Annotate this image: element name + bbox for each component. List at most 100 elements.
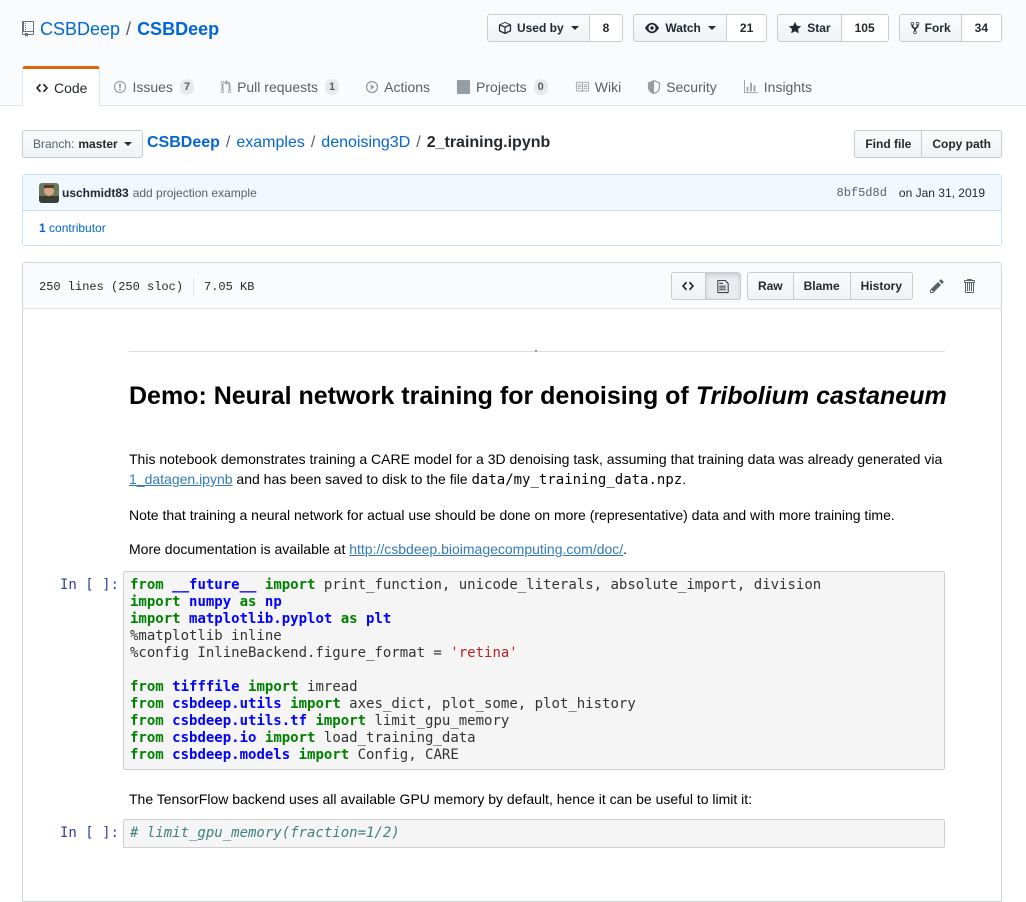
repo-title: CSBDeep / CSBDeep xyxy=(22,16,219,42)
play-icon xyxy=(365,80,379,94)
breadcrumb-examples-link[interactable]: examples xyxy=(236,134,304,152)
breadcrumb: CSBDeep / examples / denoising3D / 2_tra… xyxy=(147,134,550,152)
markdown-cell: The TensorFlow backend uses all availabl… xyxy=(129,789,949,809)
markdown-cell: This notebook demonstrates training a CA… xyxy=(129,449,949,490)
commit-date: on Jan 31, 2019 xyxy=(898,186,985,200)
code-line: import matplotlib.pyplot as plt xyxy=(130,611,392,627)
tab-wiki[interactable]: Wiki xyxy=(561,66,634,106)
tab-label: Issues xyxy=(132,79,173,95)
star-icon xyxy=(788,21,802,35)
tab-label: Code xyxy=(54,79,88,96)
gpu-paragraph: The TensorFlow backend uses all availabl… xyxy=(129,791,753,807)
code-line: from csbdeep.models import Config, CARE xyxy=(130,747,459,763)
tab-pull-requests[interactable]: Pull requests 1 xyxy=(207,66,352,106)
raw-button[interactable]: Raw xyxy=(746,272,794,300)
file-info-divider xyxy=(193,278,195,296)
watch-button[interactable]: Watch xyxy=(633,14,727,42)
breadcrumb-denoising3d-link[interactable]: denoising3D xyxy=(321,134,410,152)
rendered-view-button[interactable] xyxy=(705,272,741,300)
star-button[interactable]: Star xyxy=(777,14,842,42)
file-actions: Raw Blame History xyxy=(670,272,985,300)
code-line: from tifffile import imread xyxy=(130,679,358,695)
fork-button[interactable]: Fork xyxy=(898,14,962,42)
pull-request-icon xyxy=(220,80,232,94)
notebook-divider-mark xyxy=(535,350,537,352)
pencil-icon xyxy=(930,278,944,294)
find-file-button[interactable]: Find file xyxy=(854,130,923,158)
commit-box: uschmidt83 add projection example 8bf5d8… xyxy=(22,174,1002,246)
datagen-notebook-link[interactable]: 1_datagen.ipynb xyxy=(129,471,233,487)
docs-paragraph: More documentation is available at http:… xyxy=(129,539,949,559)
tab-projects[interactable]: Projects 0 xyxy=(443,66,561,106)
code-cell-imports: from __future__ import print_function, u… xyxy=(123,571,945,770)
branch-select-button[interactable]: Branch: master xyxy=(22,130,143,158)
contributors-link[interactable]: 1 contributor xyxy=(39,221,106,235)
intro-text: This notebook demonstrates training a CA… xyxy=(129,451,943,467)
book-icon xyxy=(574,80,590,94)
commit-author-link[interactable]: uschmidt83 xyxy=(62,186,129,200)
tab-label: Wiki xyxy=(594,79,622,95)
code-line: from __future__ import print_function, u… xyxy=(130,577,822,593)
commit-message-link[interactable]: add projection example xyxy=(133,186,257,200)
commit-meta: 8bf5d8d on Jan 31, 2019 xyxy=(837,186,986,200)
fork-icon xyxy=(910,21,920,35)
used-by-group: Used by 8 xyxy=(486,14,624,42)
intro-text-3: . xyxy=(682,471,687,487)
star-count[interactable]: 105 xyxy=(841,14,889,42)
tab-label: Insights xyxy=(763,79,813,95)
inline-code: data/my_training_data.npz xyxy=(471,472,683,488)
tab-label: Projects xyxy=(476,79,527,95)
repo-name-link[interactable]: CSBDeep xyxy=(137,19,219,40)
issues-counter: 7 xyxy=(179,79,195,95)
source-view-button[interactable] xyxy=(670,272,706,300)
delete-button[interactable] xyxy=(953,272,985,300)
repo-icon xyxy=(22,21,34,37)
watch-count[interactable]: 21 xyxy=(726,14,768,42)
docs-text-2: . xyxy=(623,541,628,557)
note-paragraph: Note that training a neural network for … xyxy=(129,507,895,523)
breadcrumb-current-file: 2_training.ipynb xyxy=(426,134,551,151)
tab-insights[interactable]: Insights xyxy=(730,66,825,106)
notebook-divider xyxy=(129,351,945,352)
code-line: # limit_gpu_memory(fraction=1/2) xyxy=(130,825,400,841)
branch-prefix: Branch: xyxy=(33,137,75,151)
used-by-button[interactable]: Used by xyxy=(486,14,590,42)
breadcrumb-repo-link[interactable]: CSBDeep xyxy=(147,134,220,152)
projects-counter: 0 xyxy=(533,79,548,95)
tab-actions[interactable]: Actions xyxy=(352,66,443,106)
repo-header: CSBDeep / CSBDeep Used by 8 Watch 21 Sta… xyxy=(0,0,1026,107)
avatar[interactable] xyxy=(39,182,62,203)
markdown-cell: Note that training a neural network for … xyxy=(129,505,949,525)
used-by-count[interactable]: 8 xyxy=(589,14,624,42)
trash-icon xyxy=(963,278,975,294)
title-italic-text: Tribolium castaneum xyxy=(695,382,947,410)
commit-tease: uschmidt83 add projection example 8bf5d8… xyxy=(23,175,1001,211)
eye-icon xyxy=(644,21,660,35)
breadcrumb-separator: / xyxy=(416,134,421,151)
tab-issues[interactable]: Issues 7 xyxy=(100,66,207,106)
tab-security[interactable]: Security xyxy=(634,66,730,106)
file-info: 250 lines (250 sloc) 7.05 KB xyxy=(39,278,254,296)
tab-code[interactable]: Code xyxy=(22,66,101,107)
file-icon xyxy=(717,279,729,294)
copy-path-button[interactable]: Copy path xyxy=(922,130,1002,158)
edit-button[interactable] xyxy=(921,272,953,300)
commit-sha-link[interactable]: 8bf5d8d xyxy=(837,186,887,200)
docs-link[interactable]: http://csbdeep.bioimagecomputing.com/doc… xyxy=(349,541,623,557)
notebook-title: Demo: Neural network training for denois… xyxy=(129,383,949,409)
blame-button[interactable]: Blame xyxy=(793,272,851,300)
input-prompt: In [ ]: xyxy=(59,577,119,593)
intro-paragraph: This notebook demonstrates training a CA… xyxy=(129,449,949,490)
code-line: import numpy as np xyxy=(130,594,282,610)
package-icon xyxy=(498,21,512,35)
contributors-row: 1 contributor xyxy=(23,211,1001,245)
history-button[interactable]: History xyxy=(850,272,913,300)
tab-label: Security xyxy=(666,79,717,95)
markdown-cell: More documentation is available at http:… xyxy=(129,539,949,559)
repo-owner-link[interactable]: CSBDeep xyxy=(40,19,120,40)
chevron-down-icon xyxy=(123,142,132,146)
fork-count[interactable]: 34 xyxy=(961,14,1002,42)
file-lines: 250 lines (250 sloc) xyxy=(39,280,184,294)
chevron-down-icon xyxy=(570,26,579,30)
file-navigation: Branch: master CSBDeep / examples / deno… xyxy=(22,130,1002,158)
